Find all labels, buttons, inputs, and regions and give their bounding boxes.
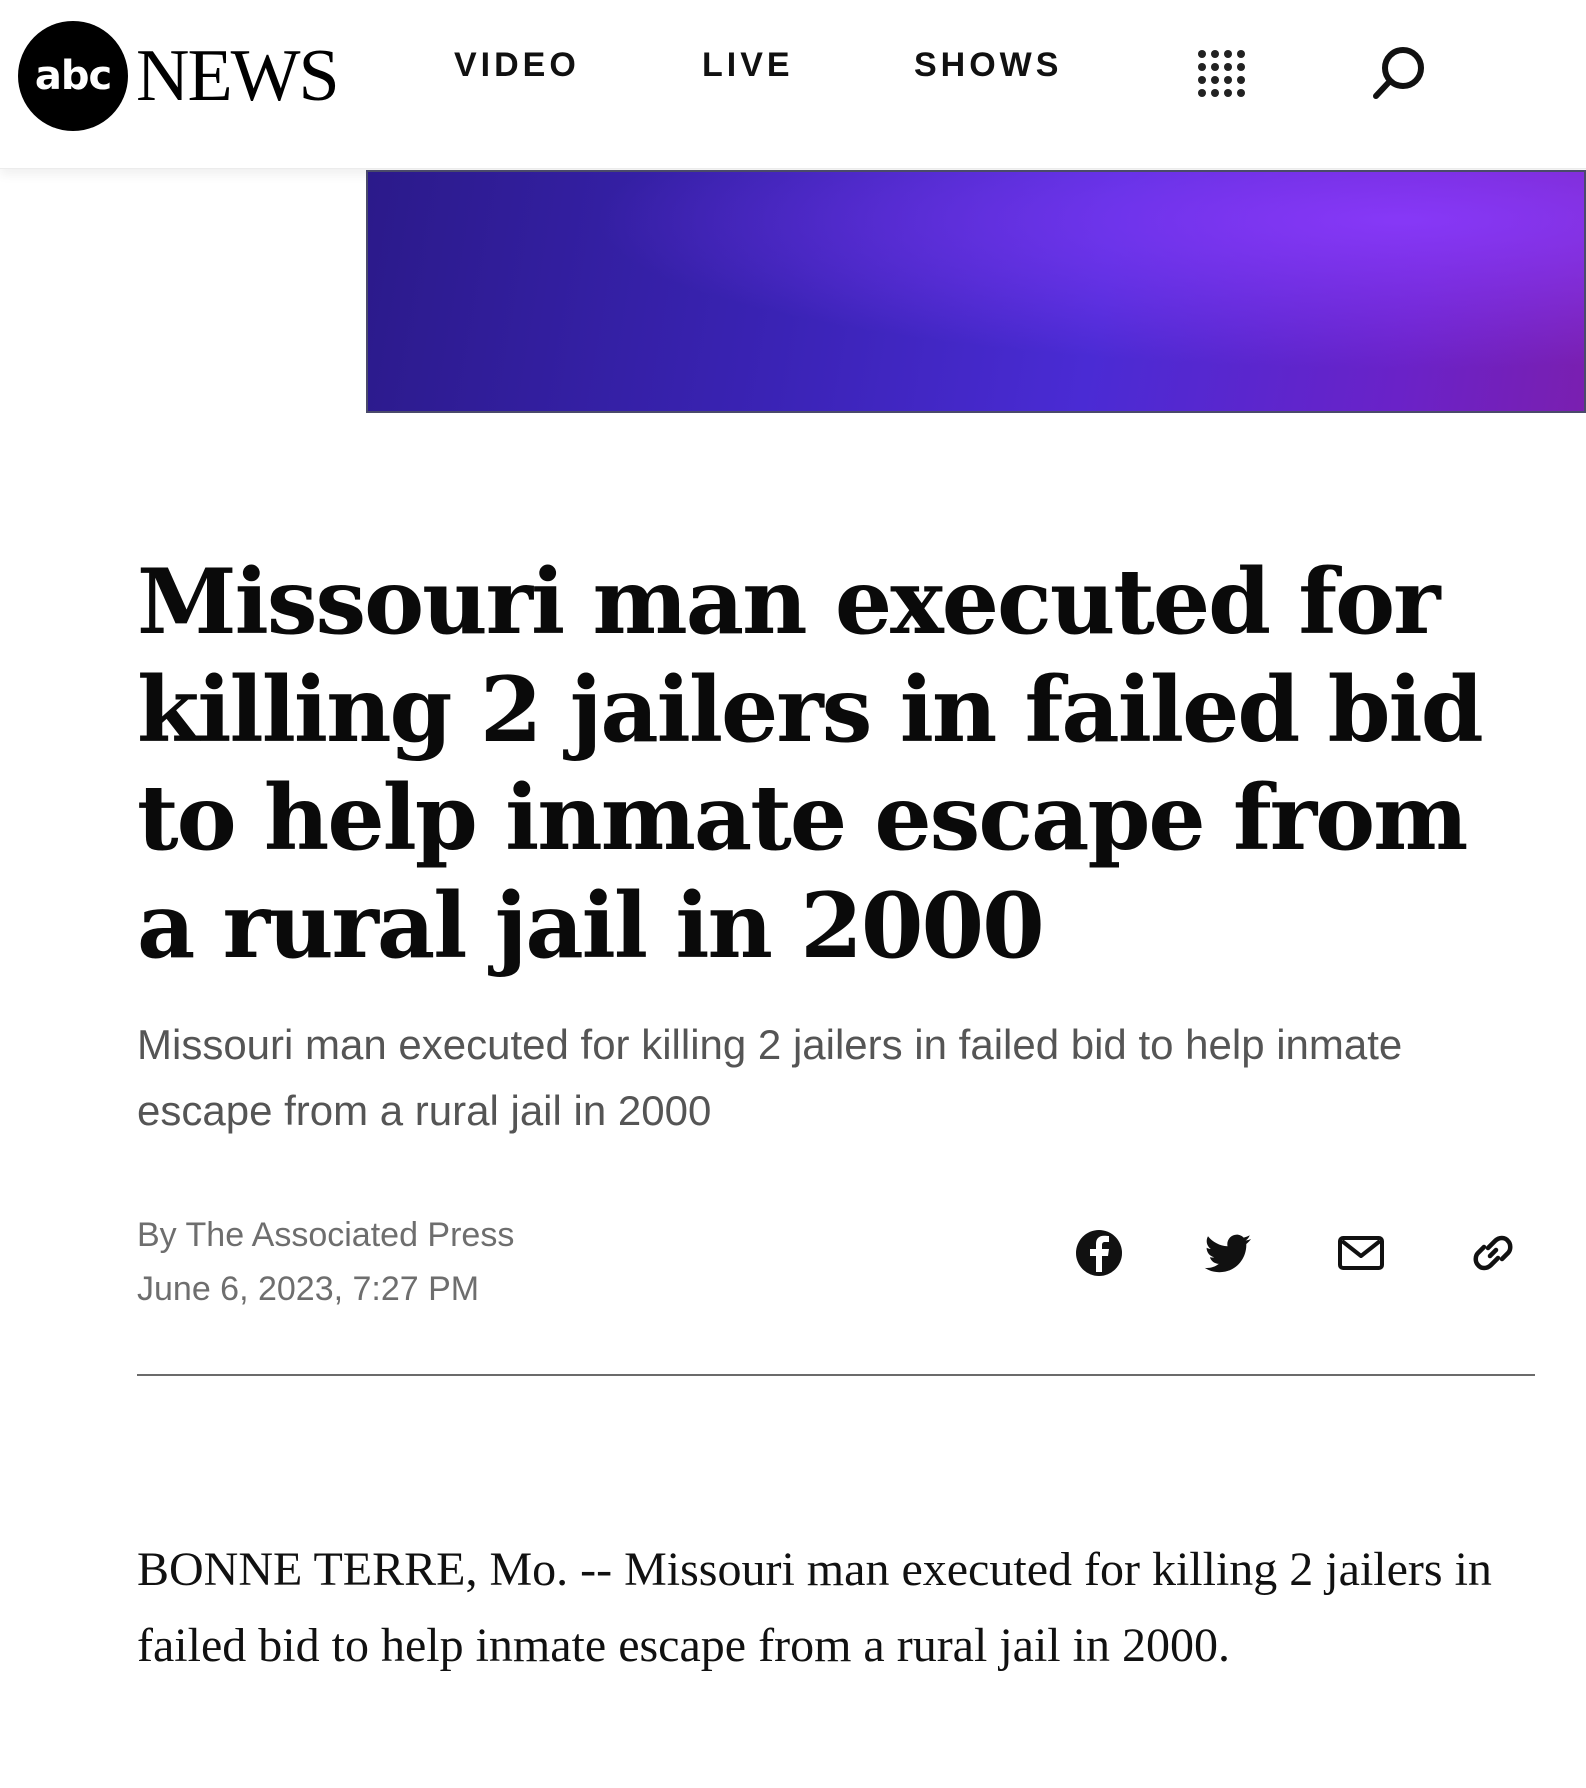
facebook-icon[interactable] [1074,1228,1124,1278]
grid-dots-icon[interactable] [1196,48,1246,98]
twitter-icon[interactable] [1204,1228,1254,1278]
article-byline: By The Associated Press [137,1216,515,1254]
article-headline: Missouri man executed for killing 2 jail… [137,549,1484,979]
nav-live[interactable]: LIVE [702,46,794,85]
search-icon[interactable] [1370,44,1428,102]
article-divider [137,1374,1535,1376]
nav-shows[interactable]: SHOWS [914,46,1062,85]
article-body-paragraph: BONNE TERRE, Mo. -- Missouri man execute… [137,1543,1492,1672]
article-date: June 6, 2023, 7:27 PM [137,1270,480,1308]
abc-logo-mark: abc [18,21,128,131]
article-dek: Missouri man executed for killing 2 jail… [137,1021,1403,1134]
nav-video[interactable]: VIDEO [454,46,580,85]
site-header: abc NEWS VIDEO LIVE SHOWS [0,0,1586,169]
abc-news-logo[interactable]: abc NEWS [18,20,340,132]
link-icon[interactable] [1468,1228,1518,1278]
email-icon[interactable] [1336,1228,1386,1278]
ad-banner[interactable] [366,170,1586,413]
news-wordmark: NEWS [136,35,340,117]
